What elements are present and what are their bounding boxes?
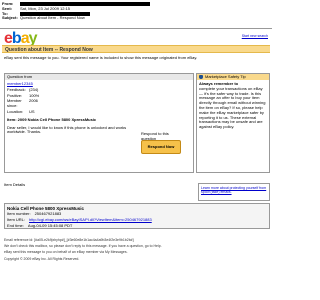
safety-tip-text: complete your transactions on eBay — it'… xyxy=(199,85,266,130)
footer-reference: Email reference id: [#a05-e2k9jxhyhp#]_[… xyxy=(4,238,134,242)
spoof-note: Learn more about protecting yourself fro… xyxy=(198,183,270,201)
email-window: From: Sent: Sat, Mon, 23 Jul 2009 12:15 T… xyxy=(0,0,272,300)
subject-label: Subject: xyxy=(2,15,18,21)
footer-sent-note: eBay sent this message to you on behalf … xyxy=(4,250,128,255)
member-since-label: Member since: xyxy=(7,98,22,109)
item-summary: Nokia Cell Phone 5800 XpressMusic Item n… xyxy=(4,203,270,229)
item-title: Item: 2009 Nokia Cell Phone 5800 XpressM… xyxy=(7,116,97,122)
footer-copyright: Copyright © 2009 eBay Inc. All Rights Re… xyxy=(4,256,80,261)
location-value: US xyxy=(29,108,35,114)
member-since-value: 2006 xyxy=(29,98,38,104)
member-stats: Feedback: (234) Positive: 100% Member sinc… xyxy=(7,86,191,115)
end-time-label: End time: xyxy=(7,222,24,228)
shield-icon xyxy=(199,75,203,79)
subject-value: Question about Item - Respond Now xyxy=(20,15,85,21)
spoof-link[interactable]: Learn more about protecting yourself fro… xyxy=(201,186,266,194)
safety-tip-header: Marketplace Safety Tip xyxy=(205,74,246,79)
email-header: From: Sent: Sat, Mon, 23 Jul 2009 12:15 T… xyxy=(2,1,270,21)
footer-no-reply: We don't check this mailbox, so please d… xyxy=(4,244,162,249)
question-box: Question from member12345 Feedback: (234)… xyxy=(4,73,194,173)
safety-tip-panel: Marketplace Safety Tip Always remember t… xyxy=(196,73,270,173)
item-details-label: Item Details xyxy=(4,182,26,187)
intro-text: eBay sent this message to you. Your regi… xyxy=(4,55,198,60)
top-link[interactable]: Start new search xyxy=(242,34,268,38)
end-time-value: Aug-04-09 15:45:08 PDT xyxy=(27,222,73,228)
feedback-label: Feedback: xyxy=(7,86,26,92)
page-title: Question about Item -- Respond Now xyxy=(5,47,93,53)
respond-now-button[interactable]: Respond Now xyxy=(141,140,181,154)
question-text: Dear seller, I would like to know if thi… xyxy=(7,124,127,135)
footer: Email reference id: [#a05-e2k9jxhyhp#]_[… xyxy=(4,238,270,263)
feedback-value: (234) xyxy=(29,86,39,92)
location-label: Location: xyxy=(7,108,24,114)
divider xyxy=(0,28,272,29)
title-bar: Question about Item -- Respond Now xyxy=(2,45,270,53)
